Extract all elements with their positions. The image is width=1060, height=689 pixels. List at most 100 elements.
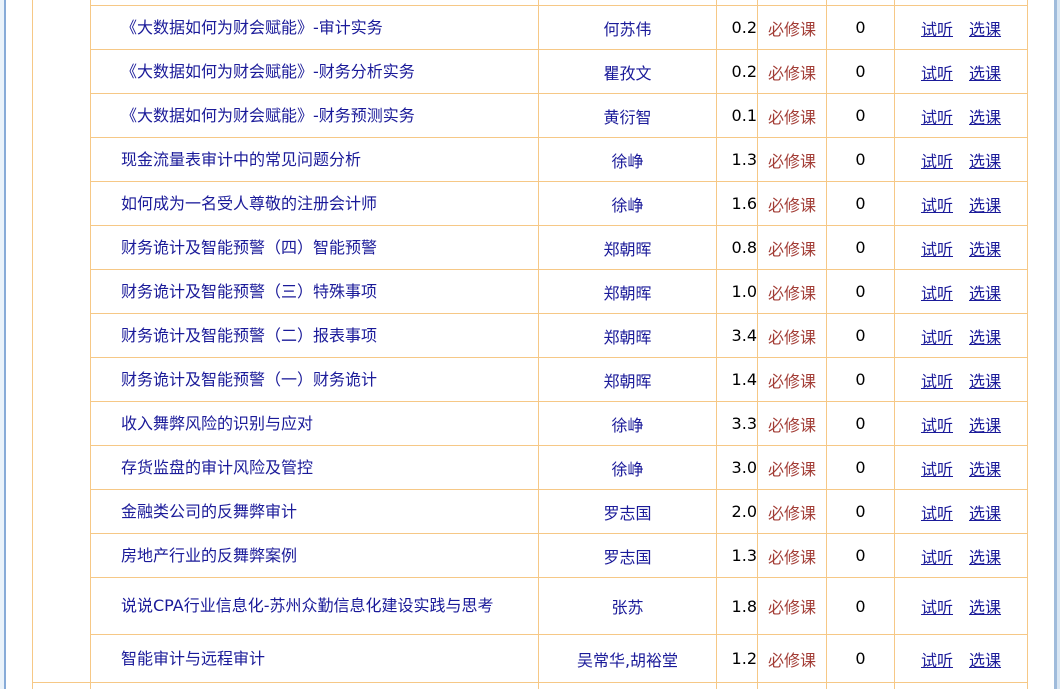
course-row: 财务诡计及智能预警（一）财务诡计 郑朝晖 1.4 必修课 0 试听选课 [91,358,1028,402]
course-title: 智能审计与远程审计 [91,635,539,683]
count-value: 0 [827,534,895,578]
select-course-link[interactable]: 选课 [969,598,1001,617]
course-title: 金融类公司的反舞弊审计 [91,490,539,534]
audition-link[interactable]: 试听 [921,20,953,39]
audition-link[interactable]: 试听 [921,548,953,567]
instructor-name: 徐峥 [539,402,717,446]
select-course-link[interactable]: 选课 [969,460,1001,479]
partial-row-bottom [91,683,1028,689]
course-title: 存货监盘的审计风险及管控 [91,446,539,490]
audition-link[interactable]: 试听 [921,108,953,127]
audition-link[interactable]: 试听 [921,416,953,435]
count-value: 0 [827,226,895,270]
audition-link[interactable]: 试听 [921,284,953,303]
required-course-badge: 必修课 [758,270,827,314]
credit-hours: 3.0 [717,446,758,490]
required-course-badge: 必修课 [758,182,827,226]
audition-link[interactable]: 试听 [921,328,953,347]
course-row: 财务诡计及智能预警（二）报表事项 郑朝晖 3.4 必修课 0 试听选课 [91,314,1028,358]
course-row: 收入舞弊风险的识别与应对 徐峥 3.3 必修课 0 试听选课 [91,402,1028,446]
select-course-link[interactable]: 选课 [969,108,1001,127]
credit-hours: 0.2 [717,6,758,50]
instructor-name: 徐峥 [539,446,717,490]
course-table: 《大数据如何为财会赋能》-审计实务 何苏伟 0.2 必修课 0 试听选课 《大数… [90,0,1028,689]
row-actions: 试听选课 [895,635,1028,683]
audition-link[interactable]: 试听 [921,64,953,83]
credit-hours: 1.0 [717,270,758,314]
required-course-badge: 必修课 [758,314,827,358]
course-row: 存货监盘的审计风险及管控 徐峥 3.0 必修课 0 试听选课 [91,446,1028,490]
credit-hours: 1.2 [717,635,758,683]
audition-link[interactable]: 试听 [921,240,953,259]
count-value: 0 [827,490,895,534]
row-actions: 试听选课 [895,270,1028,314]
count-value: 0 [827,578,895,635]
row-actions: 试听选课 [895,314,1028,358]
audition-link[interactable]: 试听 [921,651,953,670]
audition-link[interactable]: 试听 [921,460,953,479]
course-title: 财务诡计及智能预警（四）智能预警 [91,226,539,270]
audition-link[interactable]: 试听 [921,372,953,391]
course-title: 财务诡计及智能预警（三）特殊事项 [91,270,539,314]
instructor-name: 黄衍智 [539,94,717,138]
audition-link[interactable]: 试听 [921,196,953,215]
required-course-badge: 必修课 [758,226,827,270]
credit-hours: 1.3 [717,534,758,578]
instructor-name: 瞿孜文 [539,50,717,94]
course-title: 收入舞弊风险的识别与应对 [91,402,539,446]
select-course-link[interactable]: 选课 [969,548,1001,567]
course-title: 《大数据如何为财会赋能》-审计实务 [91,6,539,50]
select-course-link[interactable]: 选课 [969,504,1001,523]
course-title: 财务诡计及智能预警（二）报表事项 [91,314,539,358]
select-course-link[interactable]: 选课 [969,416,1001,435]
select-course-link[interactable]: 选课 [969,64,1001,83]
select-course-link[interactable]: 选课 [969,20,1001,39]
select-course-link[interactable]: 选课 [969,240,1001,259]
row-actions: 试听选课 [895,94,1028,138]
select-course-link[interactable]: 选课 [969,152,1001,171]
count-value: 0 [827,635,895,683]
row-actions: 试听选课 [895,226,1028,270]
course-row: 说说CPA行业信息化-苏州众勤信息化建设实践与思考 张苏 1.8 必修课 0 试… [91,578,1028,635]
row-actions: 试听选课 [895,50,1028,94]
row-actions: 试听选课 [895,402,1028,446]
count-value: 0 [827,446,895,490]
course-row: 《大数据如何为财会赋能》-财务分析实务 瞿孜文 0.2 必修课 0 试听选课 [91,50,1028,94]
select-course-link[interactable]: 选课 [969,651,1001,670]
instructor-name: 郑朝晖 [539,358,717,402]
course-title: 《大数据如何为财会赋能》-财务预测实务 [91,94,539,138]
row-actions: 试听选课 [895,490,1028,534]
required-course-badge: 必修课 [758,635,827,683]
course-row: 《大数据如何为财会赋能》-财务预测实务 黄衍智 0.1 必修课 0 试听选课 [91,94,1028,138]
credit-hours: 0.1 [717,94,758,138]
select-course-link[interactable]: 选课 [969,284,1001,303]
instructor-name: 罗志国 [539,490,717,534]
instructor-name: 徐峥 [539,138,717,182]
credit-hours: 0.8 [717,226,758,270]
count-value: 0 [827,6,895,50]
instructor-name: 吴常华,胡裕堂 [539,635,717,683]
course-row: 如何成为一名受人尊敬的注册会计师 徐峥 1.6 必修课 0 试听选课 [91,182,1028,226]
audition-link[interactable]: 试听 [921,598,953,617]
required-course-badge: 必修课 [758,578,827,635]
count-value: 0 [827,358,895,402]
required-course-badge: 必修课 [758,446,827,490]
instructor-name: 徐峥 [539,182,717,226]
select-course-link[interactable]: 选课 [969,372,1001,391]
row-actions: 试听选课 [895,6,1028,50]
audition-link[interactable]: 试听 [921,152,953,171]
audition-link[interactable]: 试听 [921,504,953,523]
credit-hours: 1.8 [717,578,758,635]
required-course-badge: 必修课 [758,490,827,534]
outer-table-row-divider [32,682,90,683]
count-value: 0 [827,402,895,446]
course-title: 《大数据如何为财会赋能》-财务分析实务 [91,50,539,94]
count-value: 0 [827,94,895,138]
count-value: 0 [827,270,895,314]
outer-table-left-border [32,0,33,689]
select-course-link[interactable]: 选课 [969,196,1001,215]
select-course-link[interactable]: 选课 [969,328,1001,347]
count-value: 0 [827,314,895,358]
count-value: 0 [827,182,895,226]
credit-hours: 1.6 [717,182,758,226]
